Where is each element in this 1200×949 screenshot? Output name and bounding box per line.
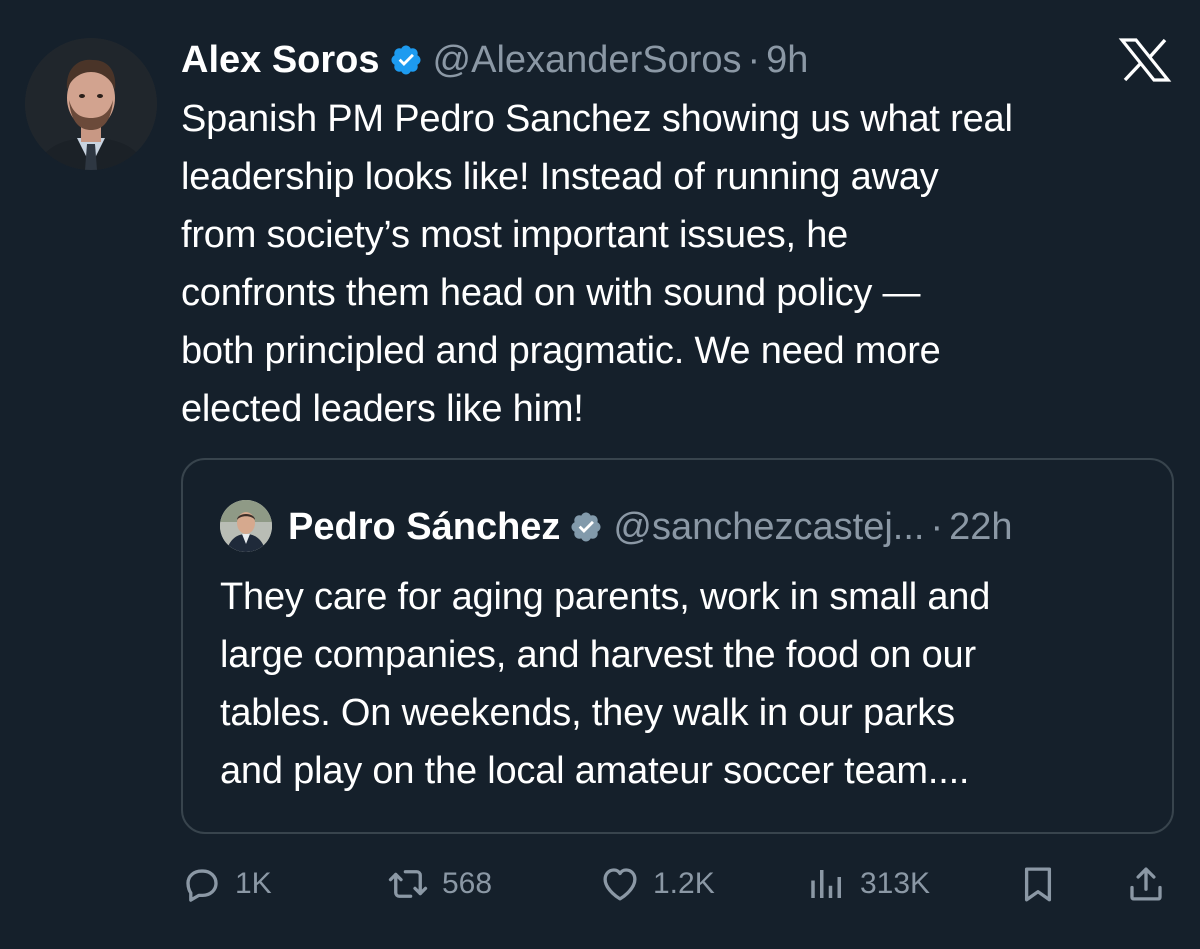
x-logo-icon: [1118, 38, 1172, 82]
bookmark-button[interactable]: [1017, 860, 1059, 908]
timestamp[interactable]: 9h: [766, 39, 808, 82]
like-count: 1.2K: [653, 867, 715, 900]
quoted-tweet-text: They care for aging parents, work in sma…: [220, 576, 991, 792]
views-button[interactable]: 313K: [806, 860, 930, 908]
reply-count: 1K: [235, 867, 272, 900]
quoted-author-handle[interactable]: @sanchezcastej...: [613, 506, 924, 549]
tweet-text: Spanish PM Pedro Sanchez showing us what…: [181, 98, 1013, 430]
share-icon: [1125, 863, 1167, 905]
repost-button[interactable]: 568: [386, 860, 492, 908]
quoted-tweet-header: Pedro Sánchez @sanchezcastej... · 22h: [288, 502, 1013, 552]
quoted-separator-dot: ·: [930, 505, 944, 548]
author-name[interactable]: Alex Soros: [181, 39, 380, 82]
quoted-tweet[interactable]: Pedro Sánchez @sanchezcastej... · 22h Th…: [181, 458, 1174, 834]
quoted-verified-badge-icon: [569, 510, 603, 544]
heart-icon: [599, 863, 641, 905]
author-handle[interactable]: @AlexanderSoros: [433, 39, 742, 82]
quoted-timestamp[interactable]: 22h: [949, 506, 1012, 549]
reply-icon: [181, 863, 223, 905]
action-bar: 1K 568 1.2K 313K: [181, 860, 1171, 908]
views-icon: [806, 863, 848, 905]
quoted-author-avatar[interactable]: [220, 500, 272, 552]
quoted-author-name[interactable]: Pedro Sánchez: [288, 506, 560, 549]
reply-button[interactable]: 1K: [181, 860, 272, 908]
tweet[interactable]: Alex Soros @AlexanderSoros · 9h Spanish …: [0, 0, 1200, 949]
share-button[interactable]: [1125, 860, 1167, 908]
bookmark-icon: [1017, 863, 1059, 905]
separator-dot: ·: [747, 38, 761, 81]
tweet-header: Alex Soros @AlexanderSoros · 9h: [181, 35, 808, 85]
verified-badge-icon: [389, 43, 423, 77]
repost-count: 568: [442, 867, 493, 900]
repost-icon: [386, 863, 430, 905]
views-count: 313K: [860, 867, 931, 900]
author-avatar[interactable]: [25, 38, 157, 170]
like-button[interactable]: 1.2K: [599, 860, 715, 908]
